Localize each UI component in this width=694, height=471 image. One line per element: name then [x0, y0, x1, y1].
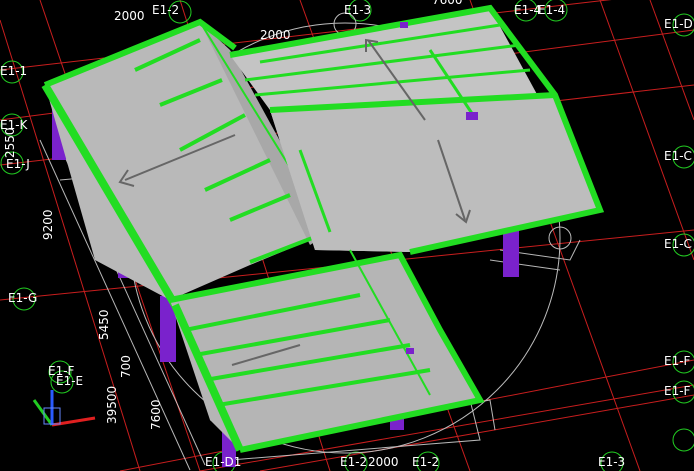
grid-label: E1-4 [538, 3, 566, 17]
grid-label: E1-2 [412, 455, 440, 469]
grid-label: E1-F [664, 354, 691, 368]
bottom-roof [169, 249, 485, 453]
grid-label: E1-G [8, 291, 38, 305]
grid-label: E1-3 [598, 455, 626, 469]
grid-label: E1-E [56, 374, 84, 388]
dim-label: 9200 [41, 209, 55, 240]
axis-triad [32, 390, 96, 427]
grid-label: E1-2 [152, 3, 180, 17]
dim-label: 700 [119, 355, 133, 378]
3d-viewport[interactable]: 2000 E1-2 2000 E1-3 7600 E1-4 E1-4 E1-1 … [0, 0, 694, 471]
grid-label: E1-1 [0, 64, 28, 78]
dim-label: 2550 [3, 127, 17, 158]
dim-label: 2000 [114, 9, 145, 23]
dim-label: 2000 [260, 28, 291, 42]
grid-label: E1-C [664, 237, 692, 251]
grid-label: E1-F [664, 384, 691, 398]
grid-label: E1-C [664, 149, 692, 163]
dim-label: 39500 [105, 385, 119, 424]
dim-label: 5450 [97, 309, 111, 340]
dim-label: 7600 [432, 0, 463, 7]
dim-label: 7600 [149, 399, 163, 430]
grid-label: E1-D [664, 17, 693, 31]
grid-label: E1-3 [344, 3, 372, 17]
dim-label: 2000 [368, 455, 399, 469]
grid-label: E1-2 [340, 455, 368, 469]
grid-label: E1-J [6, 157, 30, 171]
grid-label: E1-D1 [205, 455, 242, 469]
